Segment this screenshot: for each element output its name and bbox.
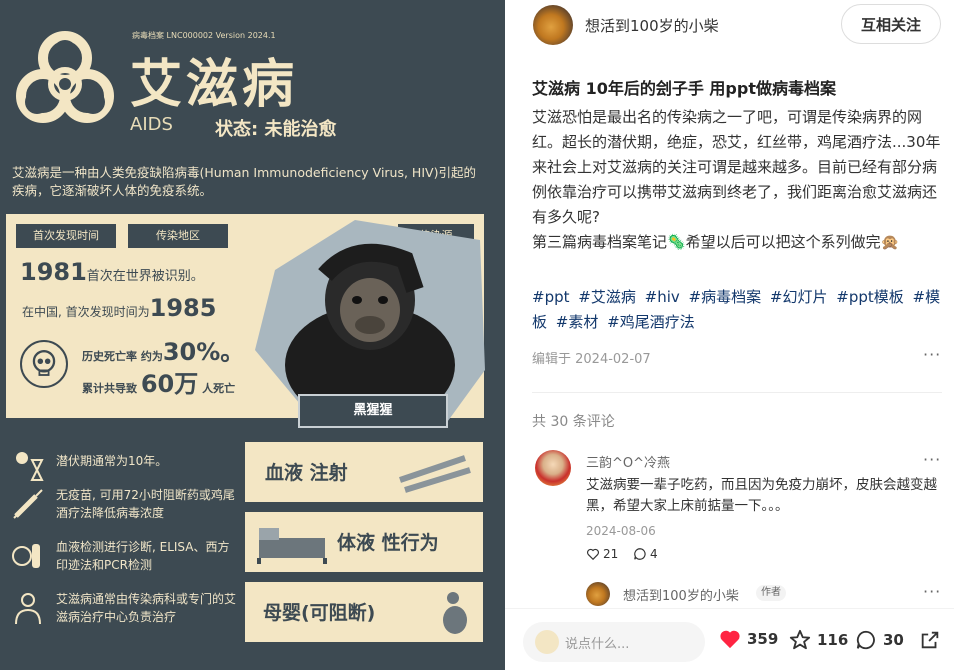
- my-avatar: [535, 630, 559, 654]
- edit-date: 编辑于 2024-02-07: [532, 352, 651, 367]
- tag-region: 传染地区: [128, 224, 228, 248]
- first-found-line: 1981首次在世界被识别。: [20, 258, 204, 286]
- comment-date: 2024-08-06: [586, 524, 656, 538]
- fact-diagnosis-text: 血液检测进行诊断, ELISA、西方印迹法和PCR检测: [56, 540, 230, 572]
- like-button[interactable]: 359: [719, 629, 778, 649]
- commenter-name[interactable]: 三韵^O^冷燕: [586, 452, 670, 471]
- total-suffix: 人死亡: [202, 382, 236, 395]
- comment-button[interactable]: 30: [855, 629, 904, 651]
- chat-bubble-icon: [856, 630, 875, 650]
- bed-icon: [257, 528, 327, 564]
- author-name[interactable]: 想活到100岁的小柴: [585, 15, 719, 36]
- heart-filled-icon: [720, 630, 740, 649]
- first-found-text: 首次在世界被识别。: [86, 269, 204, 284]
- comment-reply-button[interactable]: 4: [633, 547, 658, 561]
- total-deaths: 60万: [140, 370, 199, 398]
- note-body-paragraph: 第三篇病毒档案笔记🦠希望以后可以把这个系列做完🙊: [532, 233, 900, 251]
- comment-text: 艾滋病要一辈子吃药，而且因为免疫力崩坏，皮肤会越变越黑，希望大家上床前掂量一下。…: [586, 477, 937, 514]
- comment-more-icon[interactable]: ···: [923, 450, 941, 469]
- hashtag-link[interactable]: #ppt: [532, 288, 570, 306]
- note-title: 艾滋病 10年后的刽子手 用ppt做病毒档案: [532, 79, 836, 98]
- bottom-action-bar: 说点什么... 359 116 30: [505, 608, 954, 670]
- like-count: 359: [747, 630, 779, 648]
- comment-reply-count: 4: [650, 547, 658, 561]
- heart-icon: [587, 548, 599, 561]
- poster-status: 状态: 未能治愈: [215, 119, 337, 140]
- route-mother-child-label: 母婴(可阻断): [263, 602, 376, 624]
- poster-subtitle: AIDS: [130, 114, 173, 135]
- death-rate-line: 历史死亡率 约为30%。: [82, 332, 244, 367]
- note-body: 艾滋恐怕是最出名的传染病之一了吧，可谓是传染病界的网红。超长的潜伏期，绝症，恐艾…: [532, 105, 942, 255]
- hashtag-link[interactable]: #幻灯片: [770, 288, 828, 306]
- total-prefix: 累计共导致: [82, 382, 137, 395]
- note-body-paragraph: 艾滋恐怕是最出名的传染病之一了吧，可谓是传染病界的网红。超长的潜伏期，绝症，恐艾…: [532, 108, 941, 226]
- chat-bubble-icon: [634, 548, 646, 560]
- hashtag-link[interactable]: #艾滋病: [578, 288, 636, 306]
- doctor-icon: [15, 593, 41, 625]
- syringe-icon: [13, 489, 43, 519]
- route-mother-child: 母婴(可阻断): [245, 582, 483, 642]
- poster-meta: 病毒档案 LNC000002 Version 2024.1: [132, 31, 276, 40]
- fact-treatment-text: 艾滋病通常由传染病科或专门的艾滋病治疗中心负责治疗: [56, 592, 237, 624]
- favorite-button[interactable]: 116: [789, 629, 848, 651]
- hashtag-link[interactable]: #hiv: [645, 288, 680, 306]
- fact-incubation-text: 潜伏期通常为10年。: [56, 454, 168, 468]
- commenter-avatar[interactable]: [535, 450, 571, 486]
- fact-diagnosis: 血液检测进行诊断, ELISA、西方印迹法和PCR检测: [10, 538, 240, 578]
- hashtag-link[interactable]: #ppt模板: [836, 288, 904, 306]
- death-prefix: 历史死亡率 约为: [82, 350, 163, 363]
- route-blood-label: 血液 注射: [265, 462, 348, 484]
- first-found-year: 1981: [20, 258, 87, 286]
- route-blood: 血液 注射: [245, 442, 483, 502]
- reply-avatar[interactable]: [586, 582, 610, 606]
- poster-description: 艾滋病是一种由人类免疫缺陷病毒(Human Immunodeficiency V…: [12, 165, 476, 198]
- comment-like-button[interactable]: 21: [586, 547, 618, 561]
- reply-more-icon[interactable]: ···: [923, 582, 941, 601]
- hashtag-link[interactable]: #鸡尾酒疗法: [607, 313, 695, 331]
- syringes-icon: [399, 455, 471, 493]
- blood-test-icon: [12, 544, 40, 568]
- author-badge: 作者: [756, 585, 786, 601]
- comment-placeholder: 说点什么...: [565, 637, 630, 652]
- fact-vaccine: 无疫苗, 可用72小时阻断药或鸡尾酒疗法降低病毒浓度: [10, 486, 240, 538]
- hashtag-link[interactable]: #病毒档案: [689, 288, 762, 306]
- star-icon: [789, 629, 811, 650]
- route-body-fluid: 体液 性行为: [245, 512, 483, 572]
- death-rate: 30%。: [162, 338, 245, 366]
- more-options-icon[interactable]: ···: [923, 345, 941, 364]
- pregnancy-icon: [443, 592, 467, 634]
- favorite-count: 116: [817, 631, 849, 649]
- author-avatar[interactable]: [533, 5, 573, 45]
- source-label: 黑猩猩: [298, 394, 448, 428]
- fact-vaccine-text: 无疫苗, 可用72小时阻断药或鸡尾酒疗法降低病毒浓度: [56, 488, 235, 520]
- note-tags: #ppt #艾滋病 #hiv #病毒档案 #幻灯片 #ppt模板 #模板 #素材…: [532, 285, 942, 335]
- poster-title: 艾滋病: [130, 55, 299, 115]
- reply-author-name[interactable]: 想活到100岁的小柴: [623, 585, 739, 604]
- china-prefix: 在中国, 首次发现时间为: [22, 305, 150, 319]
- comment-count: 共 30 条评论: [532, 414, 615, 430]
- comment-total: 30: [883, 631, 904, 649]
- china-year: 1985: [149, 294, 217, 322]
- biohazard-icon: [16, 31, 114, 123]
- skull-icon: [20, 340, 68, 388]
- china-line: 在中国, 首次发现时间为1985: [22, 294, 216, 322]
- divider: [532, 392, 942, 393]
- comment-like-count: 21: [603, 547, 619, 561]
- poster-image[interactable]: 病毒档案 LNC000002 Version 2024.1 艾滋病 AIDS 状…: [0, 0, 505, 670]
- fact-incubation: 潜伏期通常为10年。: [10, 446, 240, 482]
- fact-treatment: 艾滋病通常由传染病科或专门的艾滋病治疗中心负责治疗: [10, 590, 240, 646]
- route-body-fluid-label: 体液 性行为: [337, 532, 439, 554]
- follow-button[interactable]: 互相关注: [841, 4, 941, 44]
- note-detail-panel: 想活到100岁的小柴 互相关注 艾滋病 10年后的刽子手 用ppt做病毒档案 艾…: [505, 0, 954, 670]
- tag-first-found: 首次发现时间: [16, 224, 116, 248]
- virus-hourglass-icon: [16, 452, 44, 481]
- share-icon[interactable]: [919, 629, 941, 651]
- comment-input[interactable]: 说点什么...: [523, 622, 705, 662]
- total-deaths-line: 累计共导致 60万 人死亡: [82, 364, 235, 399]
- hashtag-link[interactable]: #素材: [556, 313, 599, 331]
